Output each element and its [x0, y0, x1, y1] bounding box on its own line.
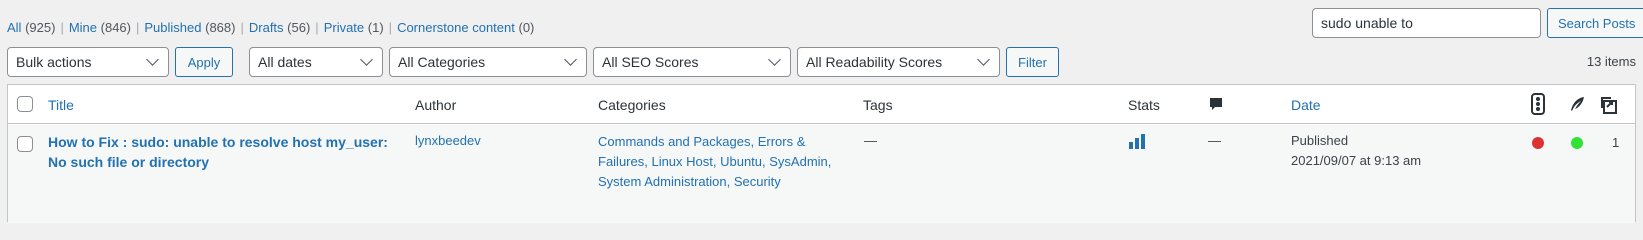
filter-private[interactable]: Private (1)	[324, 20, 384, 35]
column-author: Author	[415, 97, 457, 113]
column-date[interactable]: Date	[1291, 97, 1321, 113]
comment-icon[interactable]	[1208, 96, 1224, 112]
post-date: Published 2021/09/07 at 9:13 am	[1291, 131, 1421, 171]
seo-score-indicator	[1532, 137, 1544, 149]
separator: |	[240, 20, 244, 35]
column-categories: Categories	[598, 97, 666, 113]
filter-button[interactable]: Filter	[1006, 47, 1059, 77]
search-box: Search Posts	[1312, 8, 1643, 38]
post-comments: —	[1208, 133, 1221, 148]
search-posts-button[interactable]: Search Posts	[1547, 8, 1643, 38]
filter-published-count: (868)	[205, 20, 236, 35]
post-title-link[interactable]: How to Fix : sudo: unable to resolve hos…	[48, 132, 388, 172]
chevron-down-icon	[146, 53, 159, 66]
filter-mine[interactable]: Mine (846)	[69, 20, 131, 35]
post-author-link[interactable]: lynxbeedev	[415, 131, 481, 151]
table-row: How to Fix : sudo: unable to resolve hos…	[8, 125, 1635, 223]
table-header: Title Author Categories Tags Stats Date	[8, 85, 1635, 124]
category-links-line[interactable]: Commands and Packages, Errors &	[598, 132, 831, 152]
column-stats: Stats	[1128, 97, 1160, 113]
seo-scores-value: All SEO Scores	[602, 54, 699, 70]
post-title-line: How to Fix : sudo: unable to resolve hos…	[48, 134, 388, 150]
filter-cornerstone-count: (0)	[518, 20, 535, 35]
post-title-line: No such file or directory	[48, 154, 210, 170]
bulk-actions-select[interactable]: Bulk actions	[7, 47, 169, 77]
category-links-line[interactable]: System Administration, Security	[598, 172, 831, 192]
column-title[interactable]: Title	[48, 97, 74, 113]
categories-value: All Categories	[398, 54, 486, 70]
filter-cornerstone[interactable]: Cornerstone content (0)	[397, 20, 534, 35]
dates-select[interactable]: All dates	[249, 47, 383, 77]
post-categories: Commands and Packages, Errors & Failures…	[598, 132, 831, 192]
chevron-down-icon	[768, 53, 781, 66]
select-all-checkbox[interactable]	[17, 96, 33, 112]
separator: |	[315, 20, 319, 35]
post-tags: —	[864, 133, 877, 148]
category-links-line[interactable]: Failures, Linux Host, Ubuntu, SysAdmin,	[598, 152, 831, 172]
chevron-down-icon	[360, 53, 373, 66]
items-count: 13 items	[1586, 54, 1636, 69]
chevron-down-icon	[564, 53, 577, 66]
column-tags: Tags	[863, 97, 893, 113]
post-date-status: Published	[1291, 133, 1349, 148]
tablenav-top: Bulk actions Apply All dates All Categor…	[7, 47, 1059, 77]
post-status-filters: All (925) | Mine (846) | Published (868) | Dra…	[7, 20, 534, 35]
filter-all-count: (925)	[25, 20, 56, 35]
posts-table: Title Author Categories Tags Stats Date …	[7, 84, 1636, 223]
seo-scores-select[interactable]: All SEO Scores	[593, 47, 791, 77]
stats-bar-chart-icon[interactable]	[1129, 133, 1147, 149]
readability-scores-select[interactable]: All Readability Scores	[797, 47, 1000, 77]
post-date-value: 2021/09/07 at 9:13 am	[1291, 153, 1422, 168]
filter-private-count: (1)	[367, 20, 384, 35]
link-stack-icon	[1601, 97, 1617, 114]
filter-all[interactable]: All (925)	[7, 20, 55, 35]
separator: |	[388, 20, 393, 35]
filter-drafts-count: (56)	[287, 20, 311, 35]
filter-mine-count: (846)	[100, 20, 131, 35]
filter-drafts[interactable]: Drafts (56)	[249, 20, 310, 35]
dates-value: All dates	[258, 54, 312, 70]
traffic-light-icon	[1531, 93, 1545, 115]
apply-button[interactable]: Apply	[175, 47, 233, 77]
filter-published[interactable]: Published (868)	[144, 20, 235, 35]
search-input[interactable]	[1312, 8, 1541, 38]
post-link-count: 1	[1612, 135, 1620, 150]
bulk-actions-value: Bulk actions	[16, 54, 92, 70]
feather-icon	[1571, 97, 1584, 111]
row-checkbox[interactable]	[17, 136, 33, 152]
chevron-down-icon	[977, 53, 990, 66]
separator: |	[136, 20, 140, 35]
separator: |	[60, 20, 64, 35]
readability-scores-value: All Readability Scores	[806, 54, 943, 70]
categories-select[interactable]: All Categories	[389, 47, 587, 77]
readability-score-indicator	[1571, 137, 1583, 149]
